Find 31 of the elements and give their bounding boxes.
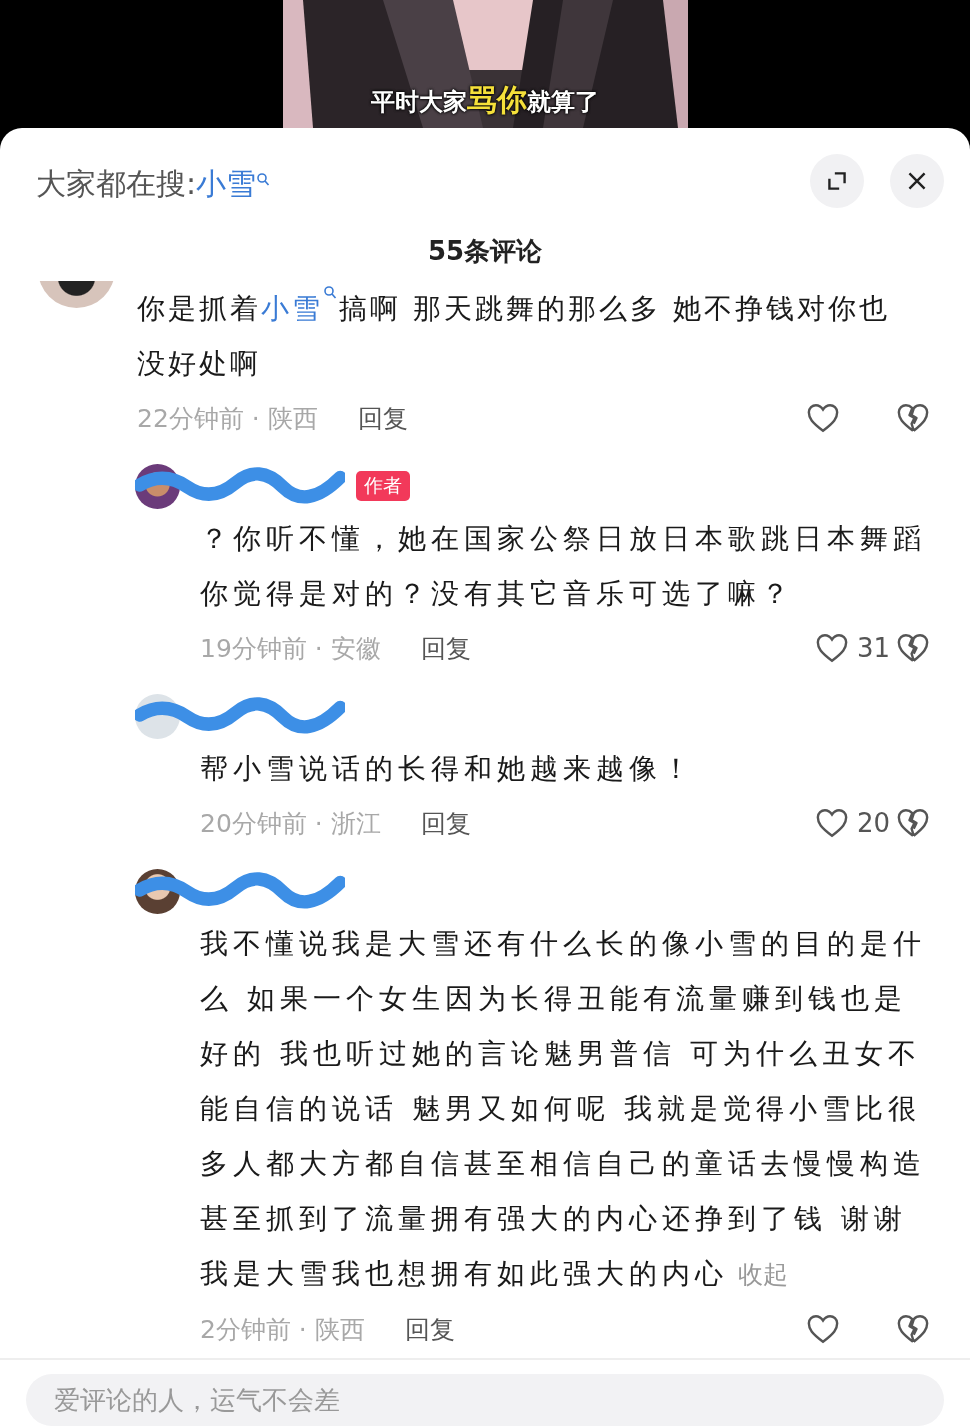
time-location: 2分钟前 · 陕西 — [200, 1313, 365, 1346]
broken-heart-icon[interactable] — [896, 1313, 930, 1345]
time-location: 19分钟前 · 安徽 — [200, 632, 381, 665]
comment-input-field[interactable]: 爱评论的人，运气不会差 — [26, 1374, 944, 1426]
video-subtitle: 平时大家骂你就算了 — [371, 82, 599, 118]
search-icon — [256, 171, 271, 188]
broken-heart-icon[interactable] — [896, 632, 930, 664]
heart-icon[interactable] — [814, 807, 849, 839]
reply-link[interactable]: 回复 — [404, 1312, 455, 1346]
heart-icon[interactable] — [806, 402, 840, 434]
comment-count: 55条评论 — [427, 235, 543, 268]
heart-icon[interactable] — [806, 1313, 840, 1345]
comment-text: ？你听不懂，她在国家公祭日放日本歌跳日本舞蹈你觉得是对的？没有其它音乐可选了嘛？ — [200, 521, 927, 612]
trending-keyword-link[interactable]: 小雪 — [196, 163, 257, 205]
broken-heart-icon[interactable] — [896, 402, 930, 434]
reply-link[interactable]: 回复 — [420, 806, 471, 840]
time-location: 22分钟前 · 陕西 — [137, 402, 318, 435]
time-location: 20分钟前 · 浙江 — [200, 807, 381, 840]
keyword-link[interactable]: 小雪 — [261, 292, 323, 325]
heart-icon[interactable] — [814, 632, 849, 664]
reply-link[interactable]: 回复 — [357, 401, 408, 435]
comment-text: 我不懂说我是大雪还有什么长的像小雪的目的是什么 如果一个女生因为长得丑能有流量赚到钱也是好的 我也听过她的言论魅男普信 可为什么丑女不能自信的说话 魅男又如何呢 我就是觉得小雪比很多人都大方都自信甚至相信自己的童话去慢慢构造甚至抓到了流量拥有强大的内心还挣到了钱 谢谢我是大雪我也想拥有如此强大的内心 收起 — [200, 926, 927, 1292]
comment-text: 你是抓着小雪 搞啊 那天跳舞的那么多 她不挣钱对你也没好处啊 — [137, 281, 907, 391]
comment-text: 帮小雪说话的长得和她越来越像！ — [200, 751, 696, 787]
reply-link[interactable]: 回复 — [420, 631, 471, 665]
like-count: 31 — [856, 633, 890, 663]
broken-heart-icon[interactable] — [896, 807, 930, 839]
trending-label: 大家都在搜: — [36, 164, 197, 203]
like-count: 20 — [856, 808, 890, 838]
search-icon — [323, 285, 337, 301]
author-badge: 作者 — [356, 471, 410, 501]
